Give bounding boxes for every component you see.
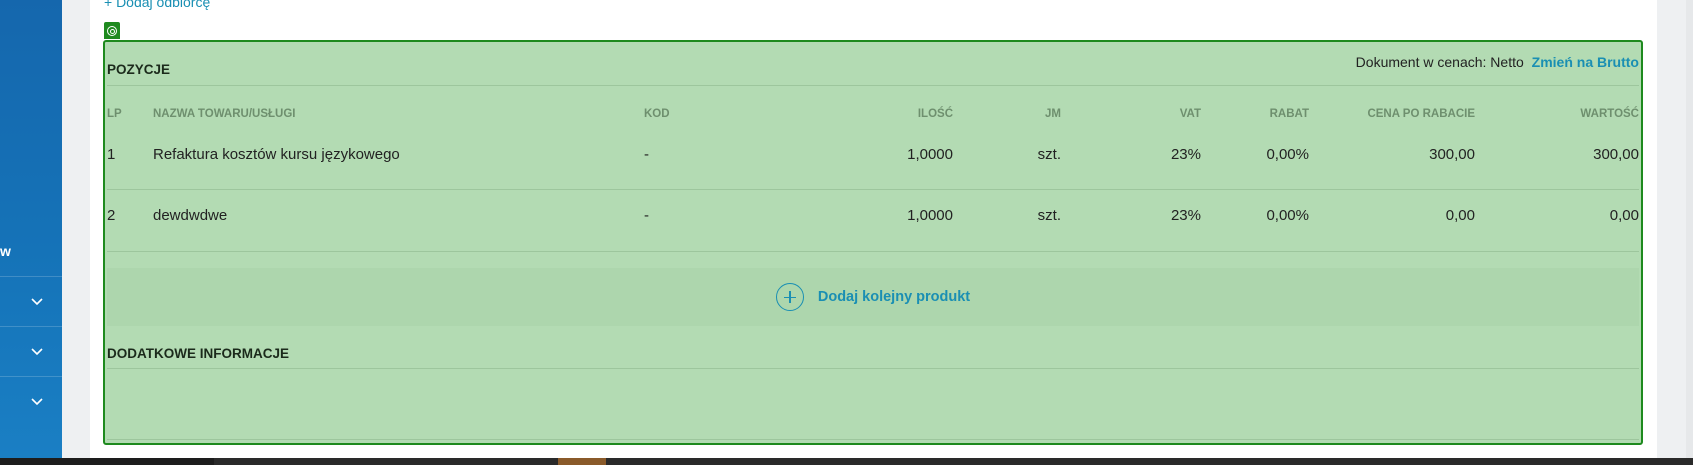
plus-circle-icon	[775, 283, 804, 311]
row-price: 300,00	[1429, 146, 1475, 163]
row-unit: szt.	[1037, 207, 1061, 224]
divider	[107, 251, 1639, 252]
pricing-mode: Dokument w cenach: Netto Zmień na Brutto	[1356, 54, 1639, 70]
row-qty: 1,0000	[907, 146, 953, 163]
positions-section: Dokument w cenach: Netto Zmień na Brutto…	[103, 40, 1643, 445]
target-icon	[107, 25, 117, 36]
taskbar	[0, 458, 1693, 465]
col-qty: ILOŚĆ	[917, 108, 953, 120]
chevron-down-icon	[31, 348, 43, 356]
divider	[107, 439, 1639, 440]
add-product-button[interactable]: Dodaj kolejny produkt	[107, 268, 1639, 326]
sidebar: w	[0, 0, 62, 458]
col-code: KOD	[644, 108, 670, 120]
switch-gross-link[interactable]: Zmień na Brutto	[1532, 54, 1639, 70]
additional-info-title: DODATKOWE INFORMACJE	[107, 346, 289, 361]
row-unit: szt.	[1037, 146, 1061, 163]
sidebar-label-fragment: w	[0, 243, 11, 259]
col-discount: RABAT	[1269, 108, 1309, 120]
row-vat: 23%	[1170, 207, 1201, 224]
row-lp: 2	[107, 207, 116, 224]
add-product-label: Dodaj kolejny produkt	[817, 289, 971, 305]
row-value: 300,00	[1593, 146, 1639, 163]
chevron-down-icon	[31, 398, 43, 406]
taskbar-app[interactable]	[558, 458, 606, 465]
divider	[107, 368, 1639, 369]
col-value: WARTOŚĆ	[1580, 108, 1639, 120]
row-value: 0,00	[1609, 207, 1639, 224]
sidebar-item-3[interactable]	[0, 376, 62, 426]
divider	[107, 85, 1639, 86]
row-code: -	[644, 146, 649, 163]
layout-gap	[62, 0, 90, 458]
row-qty: 1,0000	[907, 207, 953, 224]
row-code: -	[644, 207, 649, 224]
positions-title: POZYCJE	[107, 62, 171, 77]
col-name: NAZWA TOWARU/USŁUGI	[153, 108, 296, 120]
row-price: 0,00	[1445, 207, 1475, 224]
taskbar-segment	[0, 458, 214, 465]
row-name: dewdwdwe	[153, 207, 228, 224]
row-lp: 1	[107, 146, 116, 163]
row-discount: 0,00%	[1266, 207, 1309, 224]
col-price: CENA PO RABACIE	[1367, 108, 1475, 120]
highlight-badge	[104, 22, 120, 39]
sidebar-item-2[interactable]	[0, 326, 62, 376]
row-vat: 23%	[1170, 146, 1201, 163]
row-discount: 0,00%	[1266, 146, 1309, 163]
col-unit: JM	[1045, 108, 1061, 120]
divider	[107, 189, 1639, 190]
col-lp: LP	[107, 108, 122, 120]
scrollbar[interactable]	[1686, 0, 1693, 458]
row-name: Refaktura kosztów kursu językowego	[153, 146, 400, 163]
col-vat: VAT	[1179, 108, 1201, 120]
chevron-down-icon	[31, 298, 43, 306]
pricing-label: Dokument w cenach: Netto	[1355, 54, 1524, 70]
sidebar-item-1[interactable]	[0, 276, 62, 326]
add-recipient-link[interactable]: + Dodaj odbiorcę	[104, 0, 210, 10]
